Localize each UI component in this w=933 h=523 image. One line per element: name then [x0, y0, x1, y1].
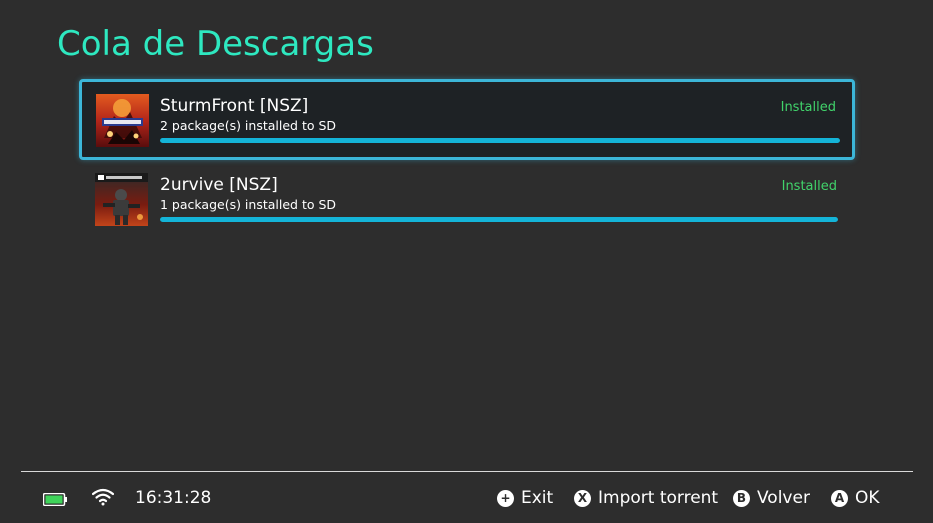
- progress-bar: [160, 217, 838, 222]
- page-title: Cola de Descargas: [57, 24, 374, 64]
- queue-item-subtitle: 2 package(s) installed to SD: [160, 118, 337, 133]
- download-queue-screen: Cola de Descargas SturmFront [NSZ] 2 pac…: [0, 0, 933, 523]
- progress-bar-fill: [160, 138, 840, 143]
- ok-button[interactable]: A OK: [831, 486, 880, 510]
- progress-bar: [160, 138, 840, 143]
- footer-bar: 16:31:28 + Exit X Import torrent B Volve…: [0, 472, 933, 523]
- import-torrent-button[interactable]: X Import torrent: [574, 486, 718, 510]
- exit-label: Exit: [521, 488, 554, 508]
- back-button[interactable]: B Volver: [733, 486, 810, 510]
- exit-button[interactable]: + Exit: [497, 486, 553, 510]
- b-button-icon: B: [733, 489, 750, 507]
- a-button-icon: A: [831, 489, 848, 507]
- back-label: Volver: [757, 488, 810, 508]
- queue-item-2urvive[interactable]: 2urvive [NSZ] 1 package(s) installed to …: [79, 158, 855, 239]
- queue-item-title: SturmFront [NSZ]: [160, 96, 309, 116]
- import-torrent-label: Import torrent: [598, 488, 719, 508]
- ok-label: OK: [855, 488, 880, 508]
- progress-bar-fill: [160, 217, 838, 222]
- x-button-icon: X: [574, 489, 591, 507]
- sturmfront-cover-art-icon: [96, 94, 149, 147]
- download-queue-list: SturmFront [NSZ] 2 package(s) installed …: [79, 79, 855, 239]
- 2urvive-cover-art-icon: [95, 173, 148, 226]
- queue-item-subtitle: 1 package(s) installed to SD: [160, 197, 337, 212]
- battery-full-icon: [42, 491, 67, 507]
- queue-item-sturmfront[interactable]: SturmFront [NSZ] 2 package(s) installed …: [79, 79, 855, 160]
- plus-button-icon: +: [497, 489, 514, 507]
- status-label: Installed: [781, 179, 837, 194]
- clock-time: 16:31:28: [135, 488, 212, 508]
- wifi-icon: [91, 488, 115, 506]
- queue-item-title: 2urvive [NSZ]: [160, 175, 278, 195]
- status-label: Installed: [780, 100, 836, 115]
